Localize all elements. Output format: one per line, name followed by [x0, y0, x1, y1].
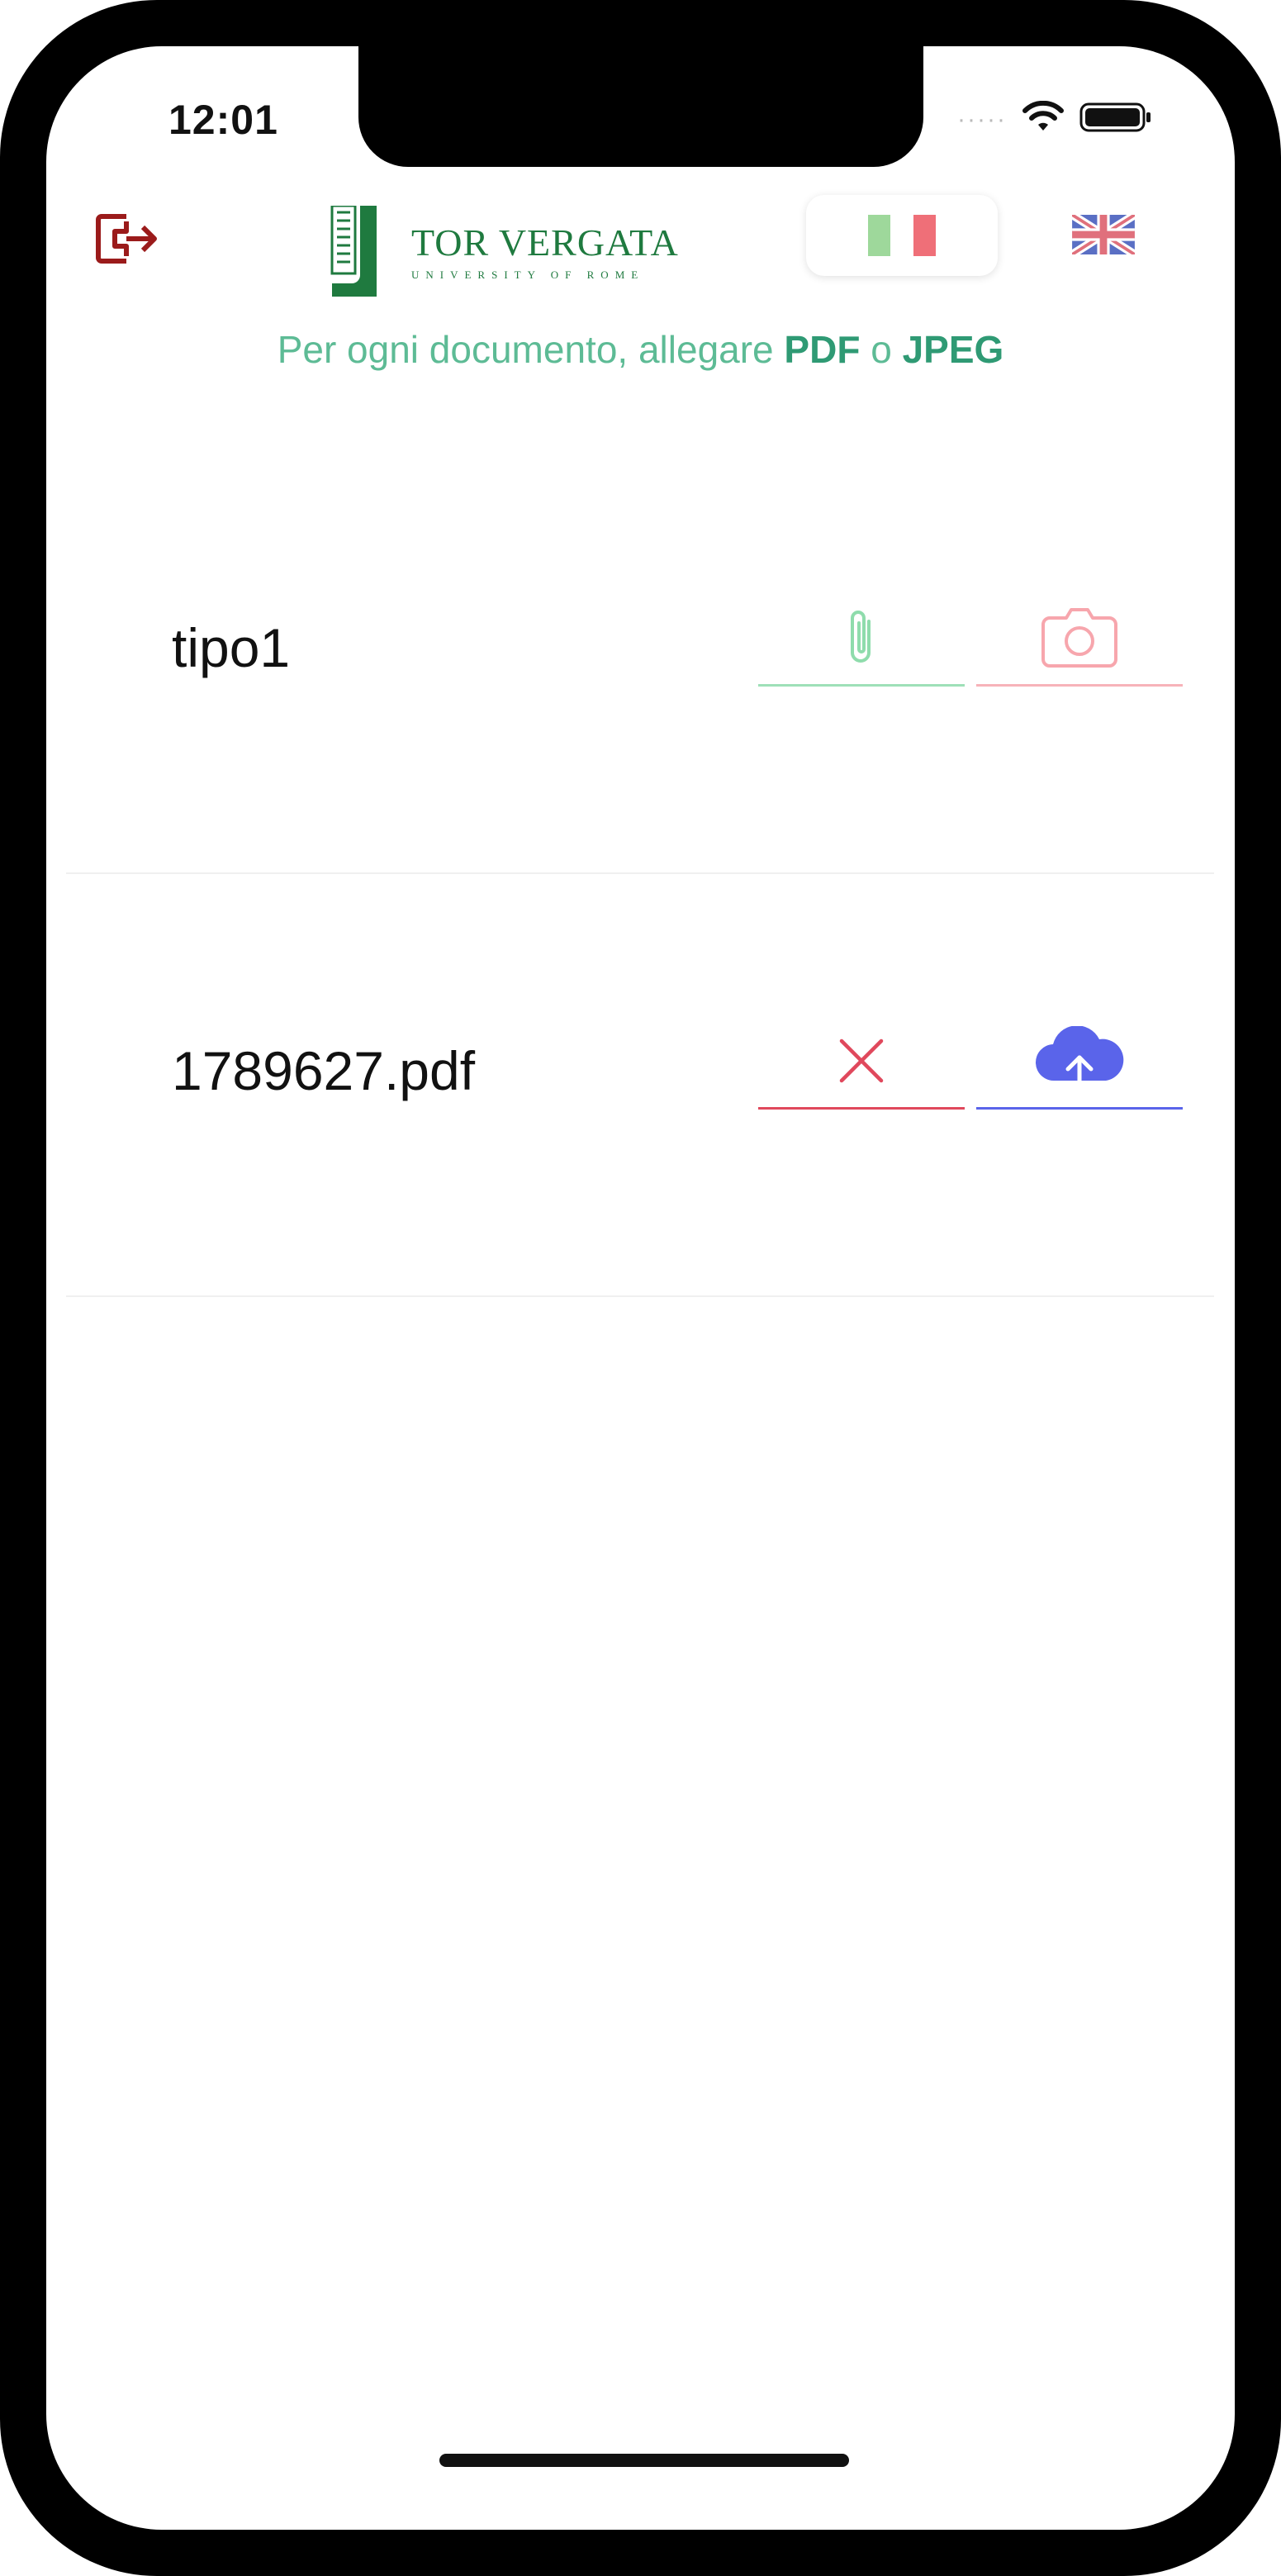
attachment-hint: Per ogni documento, allegare PDF o JPEG	[46, 327, 1235, 372]
university-logo: TOR VERGATA UNIVERSITY OF ROME	[314, 203, 760, 302]
document-row: tipo1	[66, 451, 1214, 874]
wifi-icon	[1022, 100, 1065, 138]
status-indicators: ·····	[957, 100, 1152, 138]
logo-subtitle: UNIVERSITY OF ROME	[411, 269, 645, 281]
logo-title: TOR VERGATA	[411, 221, 679, 264]
hint-prefix: Per ogni documento, allegare	[277, 328, 785, 371]
phone-frame: 12:01 ····· TOR VERGATA UNIVERSITY OF RO…	[0, 0, 1281, 2576]
document-row: 1789627.pdf	[66, 874, 1214, 1297]
language-italian-button[interactable]	[806, 195, 998, 276]
status-time: 12:01	[168, 97, 278, 143]
close-icon	[837, 1036, 886, 1090]
italy-flag-icon	[868, 215, 936, 256]
logout-button[interactable]	[89, 203, 164, 278]
cloud-upload-icon	[1033, 1025, 1126, 1100]
app-screen: 12:01 ····· TOR VERGATA UNIVERSITY OF RO…	[46, 46, 1235, 2530]
signal-icon: ·····	[957, 105, 1007, 133]
hint-pdf: PDF	[784, 328, 861, 371]
paperclip-icon	[841, 606, 882, 673]
remove-file-button[interactable]	[758, 1019, 965, 1110]
attach-file-button[interactable]	[758, 596, 965, 687]
document-label: tipo1	[172, 617, 291, 678]
home-indicator[interactable]	[439, 2454, 849, 2467]
language-english-button[interactable]	[1070, 211, 1137, 261]
hint-middle: o	[860, 328, 903, 371]
hint-jpeg: JPEG	[902, 328, 1004, 371]
uk-flag-icon	[1070, 211, 1137, 259]
notch	[358, 46, 923, 167]
take-photo-button[interactable]	[976, 596, 1183, 687]
logo-text: TOR VERGATA UNIVERSITY OF ROME	[411, 222, 679, 283]
camera-icon	[1038, 606, 1121, 673]
logo-mark-icon	[314, 204, 396, 301]
logout-icon	[93, 211, 159, 270]
document-label: 1789627.pdf	[172, 1040, 476, 1101]
battery-icon	[1079, 101, 1152, 138]
upload-file-button[interactable]	[976, 1019, 1183, 1110]
